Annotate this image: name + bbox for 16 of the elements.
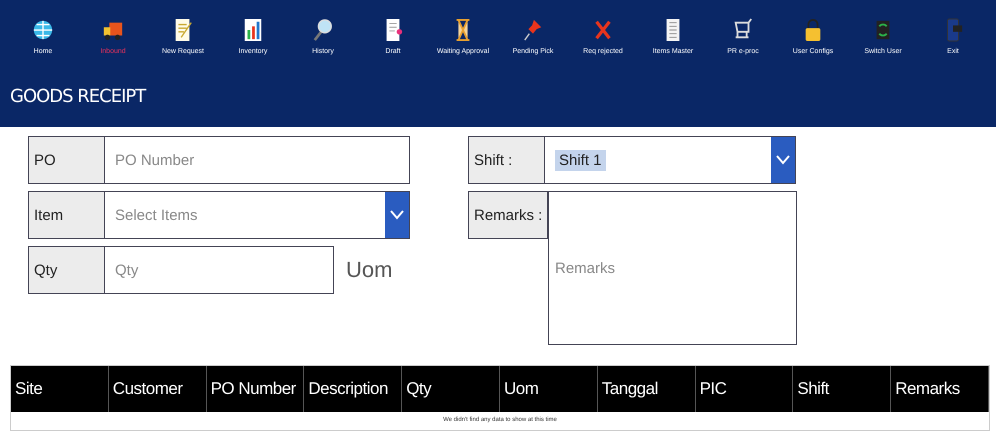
column-header: Tanggal — [598, 366, 696, 412]
column-header: PO Number — [206, 366, 304, 412]
column-header: Customer — [108, 366, 207, 412]
column-header: Shift — [793, 366, 892, 412]
column-header: Description — [304, 366, 402, 412]
page-title: GOODS RECEIPT — [10, 86, 147, 107]
magnifier-icon — [312, 16, 334, 44]
column-header: Site — [11, 366, 109, 412]
column-header: Remarks — [891, 366, 989, 412]
column-header: Qty — [402, 366, 500, 412]
remarks-field[interactable]: Remarks — [548, 191, 797, 345]
chart-icon — [242, 16, 264, 44]
field-label: Remarks : — [468, 191, 548, 239]
column-header: Uom — [500, 366, 598, 412]
column-header: PIC — [696, 366, 794, 412]
unit-label: Uom — [346, 257, 392, 283]
